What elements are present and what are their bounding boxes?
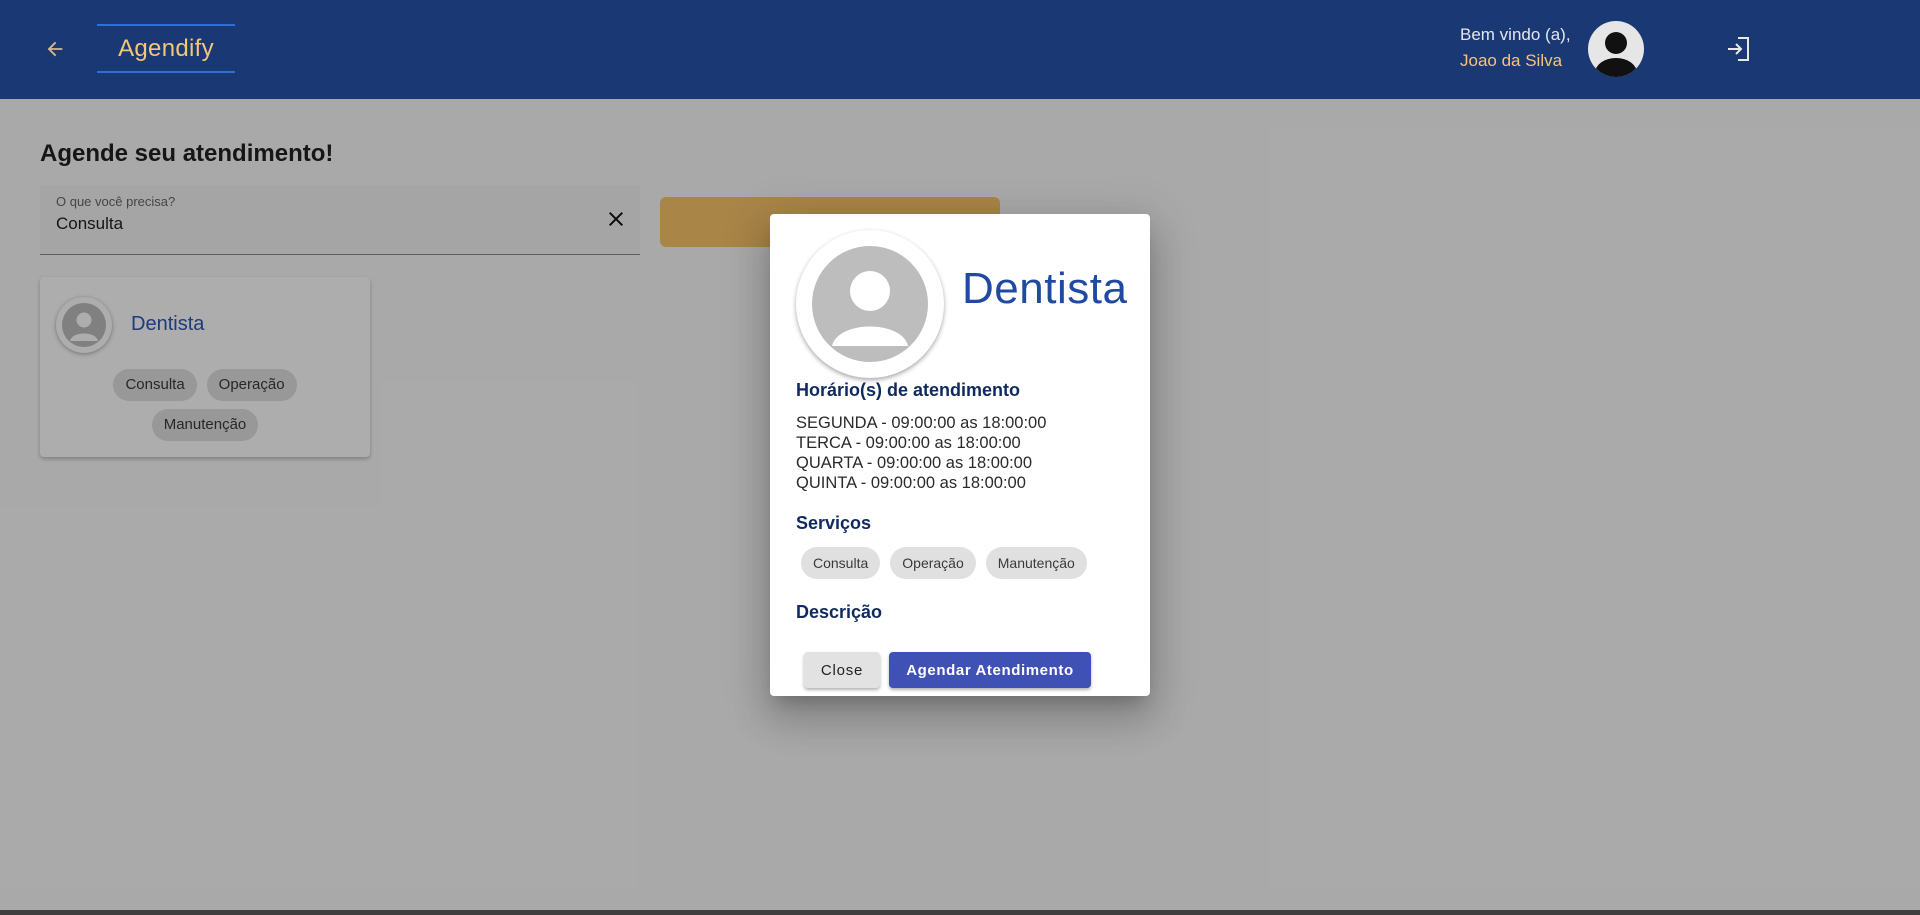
schedule-button[interactable]: Agendar Atendimento [889, 652, 1091, 688]
hours-row: QUINTA - 09:00:00 as 18:00:00 [796, 474, 1026, 492]
service-chip[interactable]: Operação [890, 547, 976, 579]
bottom-edge [0, 910, 1920, 915]
service-chip[interactable]: Manutenção [985, 547, 1087, 579]
back-button[interactable] [38, 32, 72, 66]
brand-logo[interactable]: Agendify [97, 24, 235, 73]
logout-icon [1728, 37, 1749, 61]
welcome-text: Bem vindo (a), [1460, 25, 1571, 44]
hours-row: QUARTA - 09:00:00 as 18:00:00 [796, 454, 1033, 472]
welcome-block: Bem vindo (a), Joao da Silva [1460, 22, 1571, 74]
hours-row: TERCA - 09:00:00 as 18:00:00 [796, 434, 1021, 452]
service-dialog: Dentista Horário(s) de atendimento SEGUN… [770, 214, 1150, 696]
close-button[interactable]: Close [804, 652, 880, 688]
hours-heading: Horário(s) de atendimento [796, 380, 1021, 400]
services-heading: Serviços [796, 513, 872, 533]
description-heading: Descrição [796, 602, 883, 622]
arrow-left-icon [47, 41, 63, 57]
logout-button[interactable] [1724, 35, 1752, 63]
top-bar: Agendify Bem vindo (a), Joao da Silva [0, 0, 1920, 99]
user-name: Joao da Silva [1460, 51, 1563, 70]
dialog-service-chips: Consulta Operação Manutenção [801, 547, 1087, 579]
hours-list: SEGUNDA - 09:00:00 as 18:00:00 TERCA - 0… [796, 413, 1046, 493]
dialog-avatar [796, 230, 944, 378]
person-placeholder-icon [812, 246, 928, 362]
user-avatar-icon [1595, 32, 1637, 77]
hours-row: SEGUNDA - 09:00:00 as 18:00:00 [796, 414, 1047, 432]
service-chip[interactable]: Consulta [801, 547, 881, 579]
dialog-title: Dentista [962, 264, 1128, 313]
user-avatar[interactable] [1588, 21, 1644, 77]
